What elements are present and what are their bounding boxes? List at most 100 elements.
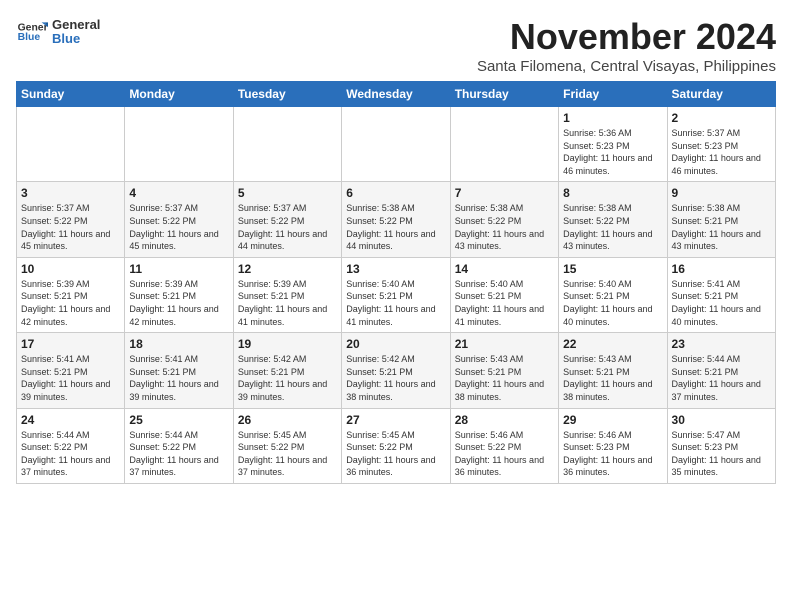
calendar-week-row: 1 Sunrise: 5:36 AM Sunset: 5:23 PM Daylig… — [17, 107, 776, 182]
day-info: Sunrise: 5:38 AM Sunset: 5:21 PM Dayligh… — [672, 202, 771, 252]
day-info: Sunrise: 5:38 AM Sunset: 5:22 PM Dayligh… — [455, 202, 554, 252]
day-number: 30 — [672, 413, 771, 427]
location-title: Santa Filomena, Central Visayas, Philipp… — [477, 58, 776, 75]
day-info: Sunrise: 5:40 AM Sunset: 5:21 PM Dayligh… — [455, 278, 554, 328]
calendar-cell: 6Sunrise: 5:38 AM Sunset: 5:22 PM Daylig… — [342, 182, 450, 257]
day-number: 11 — [129, 262, 228, 276]
day-info: Sunrise: 5:36 AM Sunset: 5:23 PM Dayligh… — [563, 127, 662, 177]
calendar-cell: 15 Sunrise: 5:40 AM Sunset: 5:21 PM Dayli… — [559, 257, 667, 332]
day-info: Sunrise: 5:43 AM Sunset: 5:21 PM Dayligh… — [455, 353, 554, 403]
logo-general: General — [52, 18, 100, 32]
day-number: 8 — [563, 186, 662, 200]
calendar-cell — [233, 107, 341, 182]
calendar-week-row: 24Sunrise: 5:44 AM Sunset: 5:22 PM Dayli… — [17, 408, 776, 483]
day-number: 25 — [129, 413, 228, 427]
day-info: Sunrise: 5:43 AM Sunset: 5:21 PM Dayligh… — [563, 353, 662, 403]
svg-text:Blue: Blue — [18, 32, 41, 43]
day-number: 20 — [346, 337, 445, 351]
month-title: November 2024 — [477, 16, 776, 58]
calendar-week-row: 17Sunrise: 5:41 AM Sunset: 5:21 PM Dayli… — [17, 333, 776, 408]
calendar-cell: 1 Sunrise: 5:36 AM Sunset: 5:23 PM Daylig… — [559, 107, 667, 182]
weekday-header: Tuesday — [233, 82, 341, 107]
calendar-cell: 30 Sunrise: 5:47 AM Sunset: 5:23 PM Dayli… — [667, 408, 775, 483]
day-info: Sunrise: 5:44 AM Sunset: 5:21 PM Dayligh… — [672, 353, 771, 403]
day-number: 29 — [563, 413, 662, 427]
calendar-week-row: 3 Sunrise: 5:37 AM Sunset: 5:22 PM Daylig… — [17, 182, 776, 257]
calendar-cell: 3 Sunrise: 5:37 AM Sunset: 5:22 PM Daylig… — [17, 182, 125, 257]
calendar-cell: 14Sunrise: 5:40 AM Sunset: 5:21 PM Dayli… — [450, 257, 558, 332]
calendar-cell: 20 Sunrise: 5:42 AM Sunset: 5:21 PM Dayli… — [342, 333, 450, 408]
calendar-cell — [17, 107, 125, 182]
day-info: Sunrise: 5:37 AM Sunset: 5:22 PM Dayligh… — [21, 202, 120, 252]
day-number: 12 — [238, 262, 337, 276]
day-number: 15 — [563, 262, 662, 276]
logo-icon: General Blue — [16, 16, 48, 48]
logo: General Blue General Blue — [16, 16, 100, 48]
day-number: 7 — [455, 186, 554, 200]
weekday-header: Wednesday — [342, 82, 450, 107]
day-number: 26 — [238, 413, 337, 427]
day-info: Sunrise: 5:41 AM Sunset: 5:21 PM Dayligh… — [672, 278, 771, 328]
calendar-cell: 4Sunrise: 5:37 AM Sunset: 5:22 PM Daylig… — [125, 182, 233, 257]
day-number: 9 — [672, 186, 771, 200]
calendar-cell: 23 Sunrise: 5:44 AM Sunset: 5:21 PM Dayli… — [667, 333, 775, 408]
day-number: 1 — [563, 111, 662, 125]
day-info: Sunrise: 5:40 AM Sunset: 5:21 PM Dayligh… — [563, 278, 662, 328]
weekday-header: Saturday — [667, 82, 775, 107]
day-info: Sunrise: 5:44 AM Sunset: 5:22 PM Dayligh… — [129, 429, 228, 479]
calendar-cell: 27Sunrise: 5:45 AM Sunset: 5:22 PM Dayli… — [342, 408, 450, 483]
calendar-cell: 8 Sunrise: 5:38 AM Sunset: 5:22 PM Daylig… — [559, 182, 667, 257]
calendar-cell — [342, 107, 450, 182]
day-info: Sunrise: 5:38 AM Sunset: 5:22 PM Dayligh… — [346, 202, 445, 252]
calendar-cell: 18 Sunrise: 5:41 AM Sunset: 5:21 PM Dayli… — [125, 333, 233, 408]
day-number: 22 — [563, 337, 662, 351]
page-header: General Blue General Blue November 2024 … — [16, 16, 776, 75]
calendar-cell: 28Sunrise: 5:46 AM Sunset: 5:22 PM Dayli… — [450, 408, 558, 483]
title-block: November 2024 Santa Filomena, Central Vi… — [477, 16, 776, 75]
logo-blue: Blue — [52, 32, 100, 46]
day-number: 2 — [672, 111, 771, 125]
day-info: Sunrise: 5:37 AM Sunset: 5:22 PM Dayligh… — [129, 202, 228, 252]
calendar-cell — [125, 107, 233, 182]
calendar-cell: 12 Sunrise: 5:39 AM Sunset: 5:21 PM Dayli… — [233, 257, 341, 332]
day-info: Sunrise: 5:39 AM Sunset: 5:21 PM Dayligh… — [21, 278, 120, 328]
weekday-header: Sunday — [17, 82, 125, 107]
day-number: 16 — [672, 262, 771, 276]
day-info: Sunrise: 5:40 AM Sunset: 5:21 PM Dayligh… — [346, 278, 445, 328]
day-info: Sunrise: 5:42 AM Sunset: 5:21 PM Dayligh… — [346, 353, 445, 403]
day-info: Sunrise: 5:37 AM Sunset: 5:23 PM Dayligh… — [672, 127, 771, 177]
calendar-cell: 25 Sunrise: 5:44 AM Sunset: 5:22 PM Dayli… — [125, 408, 233, 483]
day-number: 23 — [672, 337, 771, 351]
calendar-cell: 16 Sunrise: 5:41 AM Sunset: 5:21 PM Dayli… — [667, 257, 775, 332]
calendar-cell: 26 Sunrise: 5:45 AM Sunset: 5:22 PM Dayli… — [233, 408, 341, 483]
calendar-cell — [450, 107, 558, 182]
day-info: Sunrise: 5:41 AM Sunset: 5:21 PM Dayligh… — [129, 353, 228, 403]
calendar-cell: 7 Sunrise: 5:38 AM Sunset: 5:22 PM Daylig… — [450, 182, 558, 257]
day-number: 18 — [129, 337, 228, 351]
day-info: Sunrise: 5:42 AM Sunset: 5:21 PM Dayligh… — [238, 353, 337, 403]
day-number: 28 — [455, 413, 554, 427]
calendar-cell: 13Sunrise: 5:40 AM Sunset: 5:21 PM Dayli… — [342, 257, 450, 332]
weekday-row: SundayMondayTuesdayWednesdayThursdayFrid… — [17, 82, 776, 107]
calendar-cell: 21Sunrise: 5:43 AM Sunset: 5:21 PM Dayli… — [450, 333, 558, 408]
day-info: Sunrise: 5:38 AM Sunset: 5:22 PM Dayligh… — [563, 202, 662, 252]
day-number: 5 — [238, 186, 337, 200]
calendar-cell: 9 Sunrise: 5:38 AM Sunset: 5:21 PM Daylig… — [667, 182, 775, 257]
calendar-cell: 2 Sunrise: 5:37 AM Sunset: 5:23 PM Daylig… — [667, 107, 775, 182]
calendar-cell: 11Sunrise: 5:39 AM Sunset: 5:21 PM Dayli… — [125, 257, 233, 332]
calendar-cell: 22 Sunrise: 5:43 AM Sunset: 5:21 PM Dayli… — [559, 333, 667, 408]
day-info: Sunrise: 5:41 AM Sunset: 5:21 PM Dayligh… — [21, 353, 120, 403]
calendar-cell: 29Sunrise: 5:46 AM Sunset: 5:23 PM Dayli… — [559, 408, 667, 483]
calendar-body: 1 Sunrise: 5:36 AM Sunset: 5:23 PM Daylig… — [17, 107, 776, 484]
calendar-header: SundayMondayTuesdayWednesdayThursdayFrid… — [17, 82, 776, 107]
calendar-table: SundayMondayTuesdayWednesdayThursdayFrid… — [16, 81, 776, 484]
day-number: 3 — [21, 186, 120, 200]
day-info: Sunrise: 5:45 AM Sunset: 5:22 PM Dayligh… — [238, 429, 337, 479]
day-info: Sunrise: 5:39 AM Sunset: 5:21 PM Dayligh… — [238, 278, 337, 328]
calendar-cell: 5Sunrise: 5:37 AM Sunset: 5:22 PM Daylig… — [233, 182, 341, 257]
day-info: Sunrise: 5:47 AM Sunset: 5:23 PM Dayligh… — [672, 429, 771, 479]
weekday-header: Friday — [559, 82, 667, 107]
logo-text: General Blue — [52, 18, 100, 47]
calendar-cell: 24Sunrise: 5:44 AM Sunset: 5:22 PM Dayli… — [17, 408, 125, 483]
calendar-cell: 17Sunrise: 5:41 AM Sunset: 5:21 PM Dayli… — [17, 333, 125, 408]
